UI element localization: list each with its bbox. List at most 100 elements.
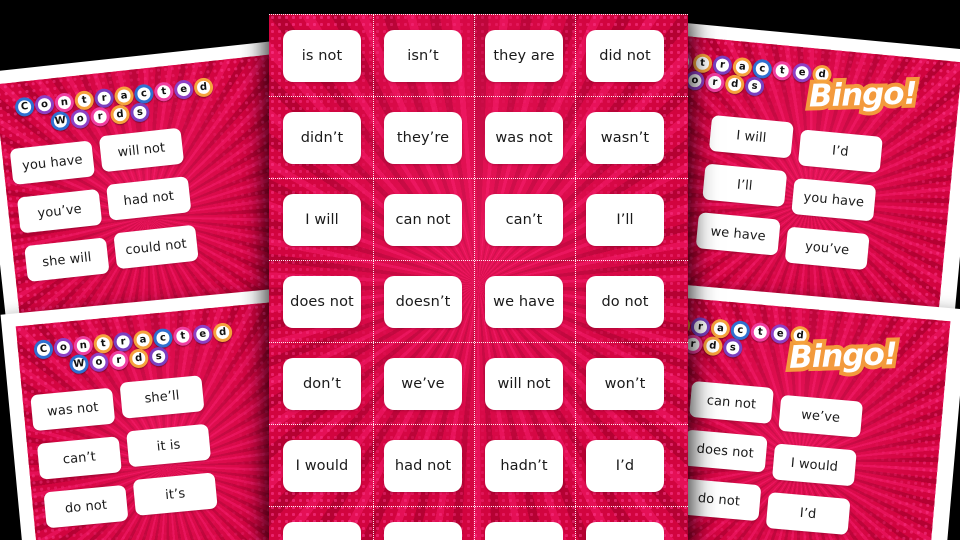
title-ball-r: r — [108, 349, 130, 371]
word-card-label: was not — [495, 130, 553, 146]
word-card[interactable]: was not — [485, 112, 563, 164]
word-card[interactable] — [485, 522, 563, 540]
word-card-label: you’ve — [36, 201, 83, 222]
word-card[interactable]: had not — [384, 440, 462, 492]
cut-line-horizontal — [269, 178, 688, 179]
contracted-words-card-sheet[interactable]: is not isn’t they are did not didn’t they’re w… — [269, 14, 688, 540]
word-card-label: was not — [46, 399, 100, 420]
word-card[interactable]: you’ve — [784, 226, 870, 271]
word-card[interactable]: I would — [283, 440, 361, 492]
word-card-label: did not — [599, 48, 651, 64]
word-card-label: it’s — [164, 485, 186, 503]
word-card[interactable]: we’ve — [384, 358, 462, 410]
title-ball-d: d — [212, 322, 234, 343]
cut-line-horizontal — [269, 506, 688, 507]
word-card[interactable]: they’re — [384, 112, 462, 164]
word-card[interactable]: I’ll — [702, 163, 788, 208]
word-card[interactable]: do not — [43, 484, 129, 529]
word-card[interactable]: can’t — [36, 436, 122, 480]
word-card[interactable]: I would — [771, 443, 857, 487]
word-card[interactable]: is not — [283, 30, 361, 82]
word-card[interactable]: do not — [676, 478, 762, 522]
word-card-label: don’t — [302, 376, 342, 392]
title-ball-s: s — [129, 101, 151, 123]
word-card[interactable]: we have — [485, 276, 563, 328]
word-card-label: can’t — [505, 212, 543, 228]
word-card[interactable]: did not — [586, 30, 664, 82]
word-card[interactable]: will not — [485, 358, 563, 410]
cut-line-vertical — [474, 14, 475, 540]
word-card[interactable]: doesn’t — [384, 276, 462, 328]
title-ball-e: e — [192, 323, 214, 345]
title-ball-t: t — [172, 325, 194, 347]
word-card[interactable]: can not — [689, 380, 774, 424]
title-ball-c: C — [33, 339, 54, 360]
word-card[interactable]: does not — [682, 429, 768, 473]
word-card[interactable] — [283, 522, 361, 540]
word-card[interactable]: they are — [485, 30, 563, 82]
cut-line-vertical — [373, 14, 374, 540]
title-ball-s: s — [722, 337, 744, 359]
word-card-label: we have — [493, 294, 555, 310]
word-card-label: do not — [601, 294, 649, 310]
word-card[interactable]: wasn’t — [586, 112, 664, 164]
word-card[interactable]: I will — [708, 114, 794, 159]
word-card[interactable]: I’d — [765, 492, 851, 536]
word-card-label: does not — [696, 441, 755, 462]
title-ball-c: c — [133, 83, 155, 105]
title-ball-c: C — [14, 96, 36, 118]
bingo-sheet-bottom-right[interactable]: Contracted Words Bingo! Bingo! can not w… — [642, 283, 960, 540]
word-card[interactable]: you have — [791, 177, 877, 222]
word-card-label: could not — [124, 236, 188, 258]
word-card-label: you have — [802, 189, 865, 211]
word-card-label: wasn’t — [600, 130, 650, 146]
word-card-label: I will — [735, 127, 768, 146]
word-card-label: they are — [493, 48, 555, 64]
bingo-logo-text: Bingo! — [788, 336, 898, 376]
word-card[interactable] — [586, 522, 664, 540]
word-card-label: you’ve — [804, 238, 850, 258]
word-card[interactable]: can not — [384, 194, 462, 246]
word-card[interactable]: can’t — [485, 194, 563, 246]
word-card[interactable]: didn’t — [283, 112, 361, 164]
bingo-logo-text: Bingo! — [808, 75, 918, 115]
cut-line-horizontal — [269, 342, 688, 343]
word-card[interactable]: we have — [695, 212, 781, 256]
cut-line-horizontal — [269, 14, 688, 15]
word-card-label: I would — [790, 455, 839, 475]
word-card[interactable]: hadn’t — [485, 440, 563, 492]
word-card-label: I will — [305, 212, 339, 228]
word-card-label: I’d — [615, 458, 635, 474]
word-card[interactable]: I will — [283, 194, 361, 246]
word-card-label: isn’t — [407, 48, 439, 64]
sheet-artwork-area: Contracted Words Bingo! Bingo! can not w… — [648, 297, 951, 540]
word-card[interactable]: was not — [30, 387, 116, 432]
title-ball-t: t — [771, 60, 793, 82]
word-card[interactable]: I’d — [797, 129, 883, 173]
word-card-label: we’ve — [800, 407, 841, 426]
word-card[interactable]: does not — [283, 276, 361, 328]
word-card-label: do not — [697, 490, 741, 510]
word-card[interactable] — [384, 522, 462, 540]
title-ball-s: s — [744, 75, 765, 97]
word-card-label: can’t — [62, 448, 97, 468]
title-ball-o: o — [69, 108, 91, 130]
word-card[interactable]: it is — [126, 423, 212, 468]
word-card[interactable]: it’s — [132, 472, 218, 516]
word-card[interactable]: I’ll — [586, 194, 664, 246]
word-card[interactable]: won’t — [586, 358, 664, 410]
title-ball-r: r — [89, 106, 111, 128]
word-card[interactable]: we’ve — [778, 394, 864, 438]
word-card-label: we’ve — [401, 376, 445, 392]
word-card-label: I’d — [831, 142, 850, 160]
word-card-label: will not — [497, 376, 551, 392]
word-card-label: can not — [706, 392, 757, 413]
word-card[interactable]: don’t — [283, 358, 361, 410]
word-card[interactable]: I’d — [586, 440, 664, 492]
word-card[interactable]: do not — [586, 276, 664, 328]
title-ball-s: s — [148, 346, 170, 367]
word-card[interactable]: isn’t — [384, 30, 462, 82]
word-card-label: won’t — [604, 376, 646, 392]
word-card[interactable]: she’ll — [119, 375, 205, 419]
word-card-label: had not — [122, 188, 175, 209]
